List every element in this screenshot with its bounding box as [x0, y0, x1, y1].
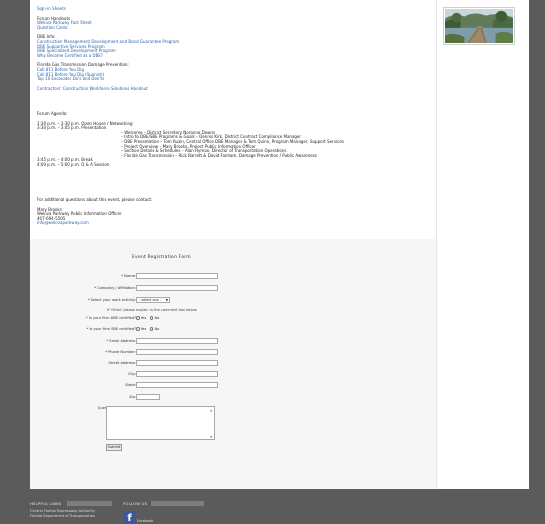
street-input[interactable] — [136, 360, 218, 366]
form-row-city: City: — [30, 370, 436, 378]
street-label: Street Address: — [108, 361, 136, 365]
footer-divider — [67, 501, 112, 506]
company-label: * Company / Affiliation: — [94, 286, 136, 290]
helpful-links-heading: HELPFUL LINKS — [30, 501, 62, 506]
form-row-phone: * Phone Number: — [30, 348, 436, 356]
contact-section: For additional questions about this even… — [37, 197, 153, 226]
dbe-certified-label: * Is your firm DBE certified? — [86, 316, 136, 320]
yes-label: Yes — [140, 316, 147, 320]
contractors-handout-link[interactable]: Contractors' Construction Workforce Solu… — [37, 86, 179, 92]
form-row-dbe: * Is your firm DBE certified? Yes No — [30, 314, 436, 322]
contact-intro: For additional questions about this even… — [37, 197, 153, 202]
question-textarea[interactable]: ▲ ▼ — [106, 406, 215, 440]
form-row-company: * Company / Affiliation: — [30, 284, 436, 292]
boardwalk-landscape-image — [445, 9, 513, 43]
zip-input[interactable] — [136, 394, 160, 400]
sbe-yes-radio[interactable]: Yes — [136, 327, 146, 331]
activity-note: If 'Other' please explain in the comment… — [107, 308, 198, 312]
phone-label: * Phone Number: — [105, 350, 136, 354]
activity-label: * Select your work activity: — [87, 298, 136, 302]
company-input[interactable] — [136, 285, 218, 291]
intro-section: Sign-in Sheets Forum Handouts Wekiva Par… — [37, 6, 179, 92]
activity-selected-value: - select one - — [139, 298, 162, 302]
form-row-sbe: * Is your firm SBE certified? Yes No — [30, 325, 436, 333]
sbe-certified-label: * Is your firm SBE certified? — [86, 327, 136, 331]
sidebar-photo — [443, 7, 515, 45]
textarea-scrollbar[interactable]: ▲ ▼ — [210, 409, 213, 439]
form-row-state: State: — [30, 381, 436, 389]
city-label: City: — [128, 372, 136, 376]
city-input[interactable] — [136, 371, 218, 377]
form-row-question: Question / Comment: — [30, 404, 436, 412]
yes-label: Yes — [140, 327, 147, 331]
sbe-radio-group: Yes No — [136, 325, 159, 333]
scroll-up-icon[interactable]: ▲ — [210, 409, 213, 412]
footer-link[interactable]: Florida Department of Transportation — [30, 514, 95, 519]
sbe-no-radio[interactable]: No — [149, 327, 160, 331]
zip-label: Zip: — [129, 395, 136, 399]
dbe-yes-radio[interactable]: Yes — [136, 316, 146, 320]
scroll-down-icon[interactable]: ▼ — [210, 436, 213, 439]
agenda-line: 4:00 p.m. – 5:00 p.m. Q & A Session — [37, 161, 110, 167]
form-row-name: * Name: — [30, 272, 436, 280]
facebook-glyph: f — [127, 513, 132, 524]
phone-input[interactable] — [136, 349, 218, 355]
name-label: * Name: — [121, 274, 136, 278]
contact-email-link[interactable]: info@wekivaparkway.com — [37, 221, 152, 226]
no-label: No — [154, 327, 160, 331]
facebook-label[interactable]: Facebook — [137, 519, 153, 523]
form-row-activity: * Select your work activity: - select on… — [30, 296, 436, 304]
chevron-down-icon: ▼ — [165, 298, 168, 302]
form-row-street: Street Address: — [30, 359, 436, 367]
footer-divider — [151, 501, 204, 506]
dbe-no-radio[interactable]: No — [149, 316, 160, 320]
dbe-radio-group: Yes No — [136, 314, 159, 322]
form-row-email: * Email Address: — [30, 337, 436, 345]
submit-button[interactable]: Submit — [106, 444, 122, 451]
facebook-icon[interactable]: f — [123, 511, 136, 524]
state-label: State: — [125, 383, 136, 387]
email-label: * Email Address: — [106, 339, 136, 343]
name-input[interactable] — [136, 273, 218, 279]
form-title: Event Registration Form — [132, 255, 191, 260]
state-input[interactable] — [136, 382, 218, 388]
form-row-zip: Zip: — [30, 393, 436, 401]
activity-select[interactable]: - select one - ▼ — [136, 297, 170, 303]
follow-us-heading: FOLLOW US — [123, 501, 148, 506]
agenda-section: Forum Agenda: 1:30 p.m. – 3:30 p.m. Open… — [37, 111, 344, 168]
email-input[interactable] — [136, 338, 218, 344]
no-label: No — [154, 316, 160, 320]
sidebar-column — [436, 0, 529, 489]
